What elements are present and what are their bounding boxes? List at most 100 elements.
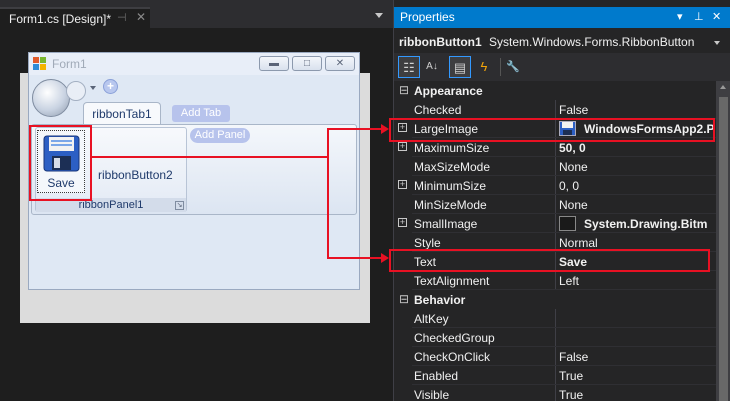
- close-button[interactable]: ✕: [325, 56, 355, 71]
- pin-icon[interactable]: ⊥: [694, 10, 704, 23]
- column-divider[interactable]: [555, 347, 556, 366]
- property-name: MinimumSize: [414, 179, 487, 193]
- property-row[interactable]: AltKey: [394, 309, 716, 328]
- column-divider[interactable]: [555, 195, 556, 214]
- property-value[interactable]: False: [559, 350, 716, 364]
- annotation-box-text: [389, 249, 710, 272]
- panel-launcher-icon[interactable]: ↘: [175, 201, 184, 210]
- category-label: Behavior: [414, 293, 466, 307]
- add-tab-button[interactable]: Add Tab: [172, 105, 230, 122]
- property-name: MaxSizeMode: [414, 160, 491, 174]
- form-title: Form1: [52, 57, 87, 71]
- annotation-line: [327, 257, 382, 259]
- property-grid-scrollbar[interactable]: [716, 81, 730, 401]
- properties-titlebar[interactable]: Properties ▾ ⊥ ✕: [394, 7, 730, 28]
- property-name: MinSizeMode: [414, 198, 487, 212]
- properties-toolbar: ☷ A↓ ▤ ϟ 🔧: [394, 53, 730, 81]
- column-divider[interactable]: [555, 366, 556, 385]
- close-icon[interactable]: ✕: [136, 10, 148, 24]
- add-quick-access-button[interactable]: +: [103, 79, 118, 94]
- scroll-thumb[interactable]: [719, 97, 728, 401]
- column-divider[interactable]: [555, 385, 556, 401]
- scroll-up-icon[interactable]: [720, 85, 726, 89]
- ribbon-button2-label[interactable]: ribbonButton2: [98, 168, 173, 182]
- column-divider[interactable]: [555, 100, 556, 119]
- alphabetical-icon[interactable]: A↓: [421, 56, 443, 78]
- property-value[interactable]: False: [559, 103, 716, 117]
- property-row[interactable]: MinSizeMode None: [394, 195, 716, 214]
- expand-icon[interactable]: +: [398, 180, 407, 189]
- property-name: Visible: [414, 388, 450, 401]
- properties-icon[interactable]: ▤: [449, 56, 471, 78]
- annotation-line: [92, 156, 329, 158]
- property-value[interactable]: Normal: [559, 236, 716, 250]
- object-name: ribbonButton1: [399, 35, 482, 49]
- property-row[interactable]: TextAlignment Left: [394, 271, 716, 290]
- property-name: AltKey: [414, 312, 449, 326]
- collapse-icon[interactable]: ⊟: [399, 83, 411, 97]
- property-name: Style: [414, 236, 441, 250]
- property-value[interactable]: True: [559, 388, 716, 401]
- property-name: Enabled: [414, 369, 459, 383]
- property-row[interactable]: Enabled True: [394, 366, 716, 385]
- object-selector[interactable]: ribbonButton1 System.Windows.Forms.Ribbo…: [394, 30, 730, 53]
- property-value[interactable]: Left: [559, 274, 716, 288]
- annotation-line: [327, 128, 382, 130]
- property-row[interactable]: Visible True: [394, 385, 716, 401]
- collapse-icon[interactable]: ⊟: [399, 292, 411, 306]
- chevron-down-icon[interactable]: [375, 13, 383, 18]
- category-label: Appearance: [414, 84, 483, 98]
- annotation-box-save: [29, 125, 92, 201]
- form-titlebar[interactable]: Form1 ▬ □ ✕: [29, 53, 359, 75]
- expand-icon[interactable]: +: [398, 218, 407, 227]
- expand-icon[interactable]: +: [398, 142, 407, 151]
- events-icon[interactable]: ϟ: [473, 56, 495, 78]
- document-tab[interactable]: Form1.cs [Design]* ⊣ ✕: [0, 7, 150, 28]
- property-row[interactable]: CheckedGroup: [394, 328, 716, 347]
- tab-ribbonTab1[interactable]: ribbonTab1: [83, 102, 161, 125]
- column-divider[interactable]: [555, 271, 556, 290]
- column-divider[interactable]: [555, 328, 556, 347]
- properties-title: Properties: [400, 10, 455, 24]
- column-divider[interactable]: [555, 157, 556, 176]
- maximize-button[interactable]: □: [292, 56, 322, 71]
- categorized-icon[interactable]: ☷: [398, 56, 420, 78]
- column-divider[interactable]: [555, 309, 556, 328]
- form-icon: [33, 57, 46, 70]
- property-value[interactable]: None: [559, 198, 716, 212]
- pin-icon[interactable]: ⊣: [117, 11, 129, 25]
- quick-access-button[interactable]: [66, 81, 86, 101]
- property-pages-icon[interactable]: 🔧: [502, 56, 524, 78]
- property-value[interactable]: System.Drawing.Bitm: [584, 217, 707, 231]
- property-row[interactable]: CheckOnClick False: [394, 347, 716, 366]
- chevron-down-icon[interactable]: ▾: [677, 10, 683, 23]
- minimize-button[interactable]: ▬: [259, 56, 289, 71]
- property-name: TextAlignment: [414, 274, 490, 288]
- property-name: CheckOnClick: [414, 350, 491, 364]
- property-value[interactable]: None: [559, 160, 716, 174]
- property-name: Checked: [414, 103, 462, 117]
- property-row[interactable]: + SmallImage System.Drawing.Bitm: [394, 214, 716, 233]
- category-row[interactable]: ⊟ Appearance: [394, 81, 716, 100]
- document-tab-title: Form1.cs [Design]*: [9, 12, 112, 26]
- document-tab-bar: Form1.cs [Design]* ⊣ ✕: [0, 0, 393, 28]
- chevron-down-icon[interactable]: [90, 86, 96, 90]
- property-name: MaximumSize: [414, 141, 490, 155]
- chevron-down-icon[interactable]: [714, 41, 720, 45]
- property-value[interactable]: 50, 0: [559, 141, 716, 155]
- toolbar-separator: [500, 58, 501, 76]
- ribbon-orb-button[interactable]: [32, 79, 70, 117]
- property-row[interactable]: Checked False: [394, 100, 716, 119]
- property-name: CheckedGroup: [414, 331, 495, 345]
- category-row[interactable]: ⊟ Behavior: [394, 290, 716, 309]
- property-value[interactable]: True: [559, 369, 716, 383]
- column-divider[interactable]: [555, 214, 556, 233]
- property-value[interactable]: 0, 0: [559, 179, 716, 193]
- column-divider[interactable]: [555, 176, 556, 195]
- property-row[interactable]: + MinimumSize 0, 0: [394, 176, 716, 195]
- property-name: SmallImage: [414, 217, 478, 231]
- annotation-line: [327, 128, 329, 259]
- close-icon[interactable]: ✕: [712, 10, 721, 23]
- add-panel-button[interactable]: Add Panel: [190, 128, 250, 143]
- property-row[interactable]: MaxSizeMode None: [394, 157, 716, 176]
